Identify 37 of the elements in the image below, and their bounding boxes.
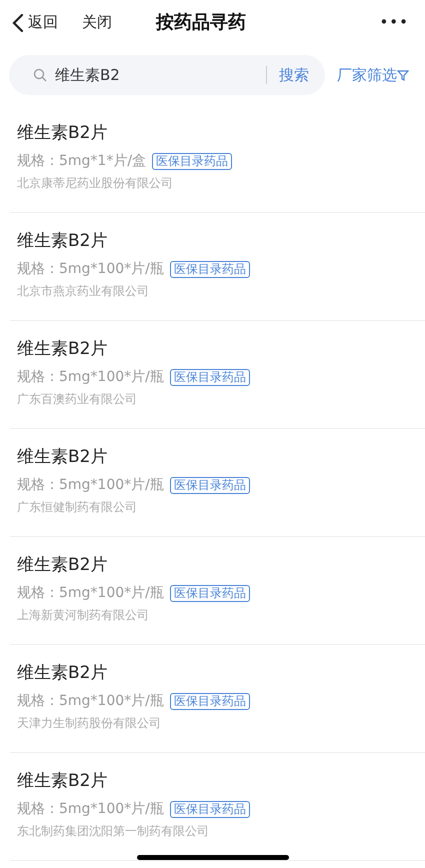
drug-spec: 规格：5mg*100*片/瓶 [17,800,164,819]
drug-spec: 规格：5mg*1*片/盒 [17,152,146,171]
manufacturer-name: 天津力生制药股份有限公司 [17,715,162,732]
insurance-tag: 医保目录药品 [170,369,250,386]
back-icon [12,12,24,32]
drug-name[interactable]: 维生素B2片 [17,445,425,469]
drug-spec: 规格：5mg*100*片/瓶 [17,476,164,495]
search-icon [33,68,47,82]
manufacturer-name: 北京市燕京药业有限公司 [17,283,150,300]
insurance-tag: 医保目录药品 [170,261,250,278]
manufacturer-name: 东北制药集团沈阳第一制药有限公司 [17,823,210,840]
manufacturer-name: 上海新黄河制药有限公司 [17,607,150,624]
search-field[interactable]: 维生素B2 搜索 [9,55,325,95]
insurance-tag: 医保目录药品 [152,153,232,170]
manufacturer-name: 北京康蒂尼药业股份有限公司 [17,175,174,192]
drug-spec: 规格：5mg*100*片/瓶 [17,368,164,387]
drug-spec: 规格：5mg*100*片/瓶 [17,260,164,279]
manufacturer-name: 广东恒健制药有限公司 [17,499,138,516]
more-button[interactable]: ••• [379,11,409,34]
manufacturer-filter-button[interactable]: 厂家筛选 [337,64,409,86]
drug-name[interactable]: 维生素B2片 [17,121,425,145]
drug-name[interactable]: 维生素B2片 [17,661,425,685]
drug-spec: 规格：5mg*100*片/瓶 [17,584,164,603]
back-button[interactable]: 返回 [12,11,58,34]
manufacturer-name: 广东百澳药业有限公司 [17,391,138,408]
filter-icon [397,69,409,81]
insurance-tag: 医保目录药品 [170,477,250,494]
insurance-tag: 医保目录药品 [170,585,250,602]
drug-name[interactable]: 维生素B2片 [17,769,425,793]
drug-name[interactable]: 维生素B2片 [17,337,425,361]
drug-spec: 规格：5mg*100*片/瓶 [17,692,164,711]
drug-name[interactable]: 维生素B2片 [17,229,425,253]
close-button[interactable]: 关闭 [82,11,112,34]
drug-name[interactable]: 维生素B2片 [17,553,425,577]
page-title: 按药品寻药 [156,11,246,35]
insurance-tag: 医保目录药品 [170,801,250,818]
insurance-tag: 医保目录药品 [170,693,250,710]
